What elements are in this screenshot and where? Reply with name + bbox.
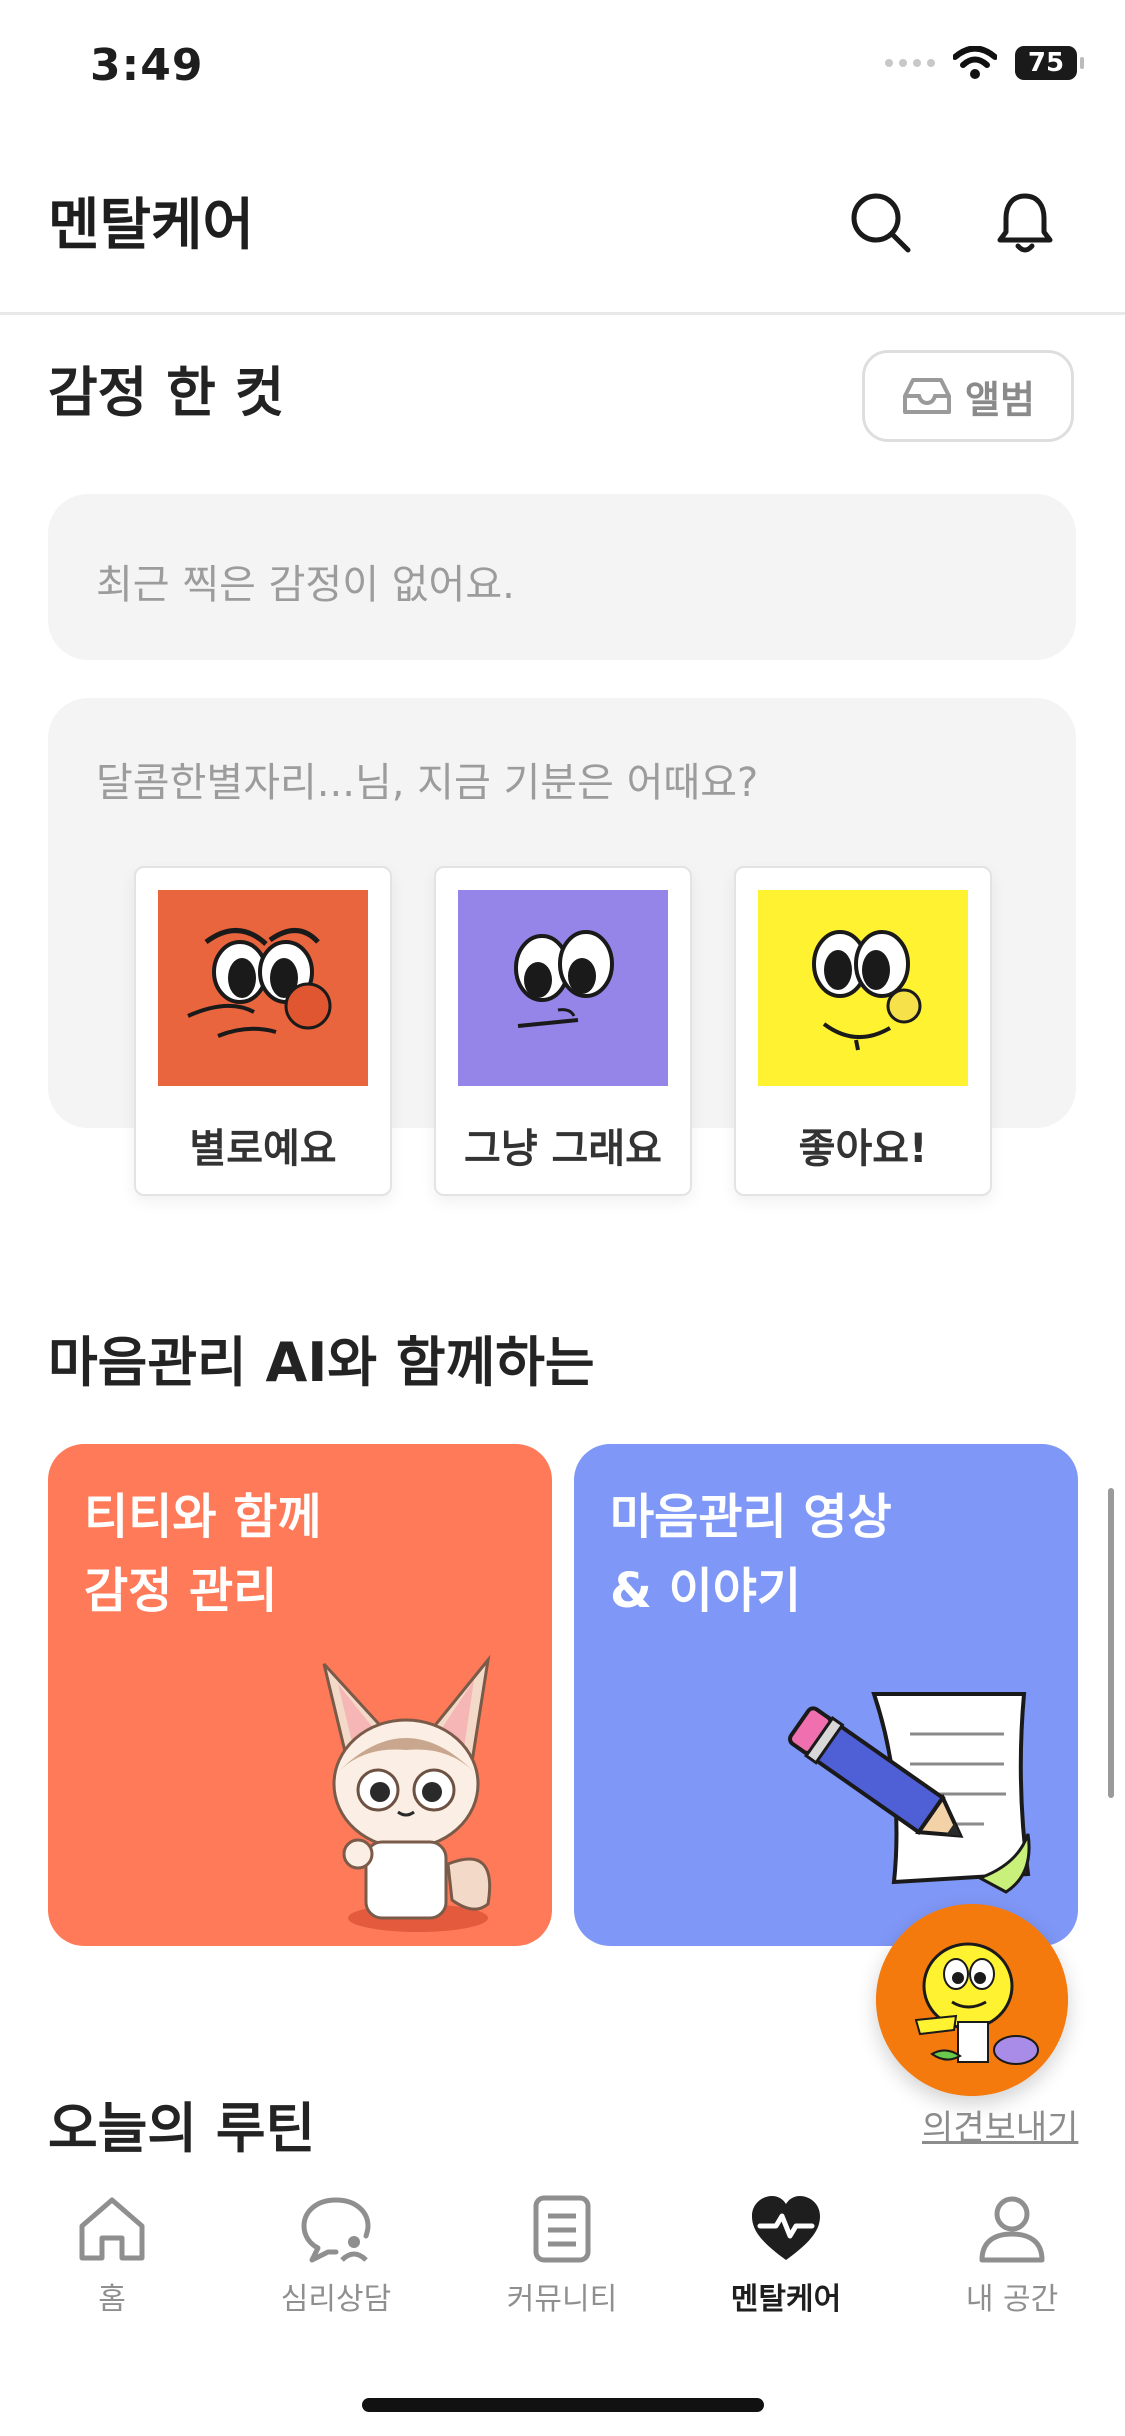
mood-option-bad[interactable]: 별로예요 [134, 866, 392, 1196]
mind-video-title-line2: & 이야기 [610, 1563, 802, 1619]
emotion-section-title: 감정 한 컷 [48, 361, 285, 424]
album-button[interactable]: 앨범 [862, 350, 1074, 442]
tab-label-home: 홈 [98, 2282, 126, 2317]
home-indicator [362, 2398, 764, 2412]
tab-my-space[interactable]: 내 공간 [912, 2194, 1112, 2318]
person-icon [979, 2196, 1045, 2263]
emotion-care-title-line2: 감정 관리 [84, 1563, 278, 1619]
mood-label-soso: 그냥 그래요 [464, 1126, 662, 1172]
cellular-signal-icon [885, 59, 935, 67]
tray-icon [903, 378, 952, 414]
character-mascot-icon [876, 1904, 1068, 2096]
tab-mentalcare[interactable]: 멘탈케어 [686, 2194, 886, 2318]
search-icon[interactable] [846, 188, 916, 258]
empty-emotion-message: 최근 찍은 감정이 없어요. [96, 562, 515, 608]
mood-option-good[interactable]: 좋아요! [734, 866, 992, 1196]
emotion-care-card-text: 티티와 함께 감정 관리 [84, 1480, 322, 1628]
mind-video-card[interactable]: 마음관리 영상 & 이야기 [574, 1444, 1078, 1946]
bell-icon[interactable] [990, 188, 1060, 258]
status-indicators: 75 [885, 46, 1084, 80]
fox-character-illustration [322, 1654, 492, 1932]
emotion-care-card[interactable]: 티티와 함께 감정 관리 [48, 1444, 552, 1946]
tab-label-mentalcare: 멘탈케어 [730, 2282, 842, 2317]
mood-label-good: 좋아요! [798, 1126, 928, 1172]
emotion-care-title-line1: 티티와 함께 [84, 1489, 322, 1545]
pencil-paper-illustration [788, 1692, 1031, 1894]
wifi-icon [953, 46, 997, 79]
character-chat-fab[interactable] [876, 1904, 1068, 2096]
page-title: 멘탈케어 [48, 193, 255, 258]
status-time: 3:49 [90, 40, 204, 91]
happy-face-icon [758, 890, 968, 1086]
home-icon [79, 2197, 145, 2261]
tab-label-community: 커뮤니티 [506, 2282, 618, 2317]
mood-label-bad: 별로예요 [189, 1126, 337, 1172]
chat-counsel-icon [301, 2197, 371, 2263]
document-icon [533, 2195, 591, 2263]
tab-counseling[interactable]: 심리상담 [236, 2194, 436, 2318]
tab-label-counseling: 심리상담 [280, 2282, 392, 2317]
heart-pulse-icon [752, 2196, 820, 2260]
tab-home[interactable]: 홈 [12, 2194, 212, 2318]
mood-question: 달콤한별자리...님, 지금 기분은 어때요? [96, 760, 759, 806]
angry-face-icon [158, 890, 368, 1086]
ai-section-title: 마음관리 AI와 함께하는 [48, 1331, 595, 1394]
tab-label-my-space: 내 공간 [965, 2282, 1059, 2317]
feedback-link[interactable]: 의견보내기 [922, 2100, 1078, 2149]
album-label: 앨범 [965, 377, 1035, 422]
mind-video-card-text: 마음관리 영상 & 이야기 [610, 1480, 892, 1628]
mind-video-title-line1: 마음관리 영상 [610, 1489, 892, 1545]
neutral-face-icon [458, 890, 668, 1086]
header-divider [0, 312, 1125, 315]
tab-community[interactable]: 커뮤니티 [462, 2194, 662, 2318]
scrollbar-thumb[interactable] [1108, 1488, 1114, 1798]
mood-option-soso[interactable]: 그냥 그래요 [434, 866, 692, 1196]
routine-section-title: 오늘의 루틴 [48, 2097, 316, 2160]
battery-icon: 75 [1015, 46, 1084, 80]
